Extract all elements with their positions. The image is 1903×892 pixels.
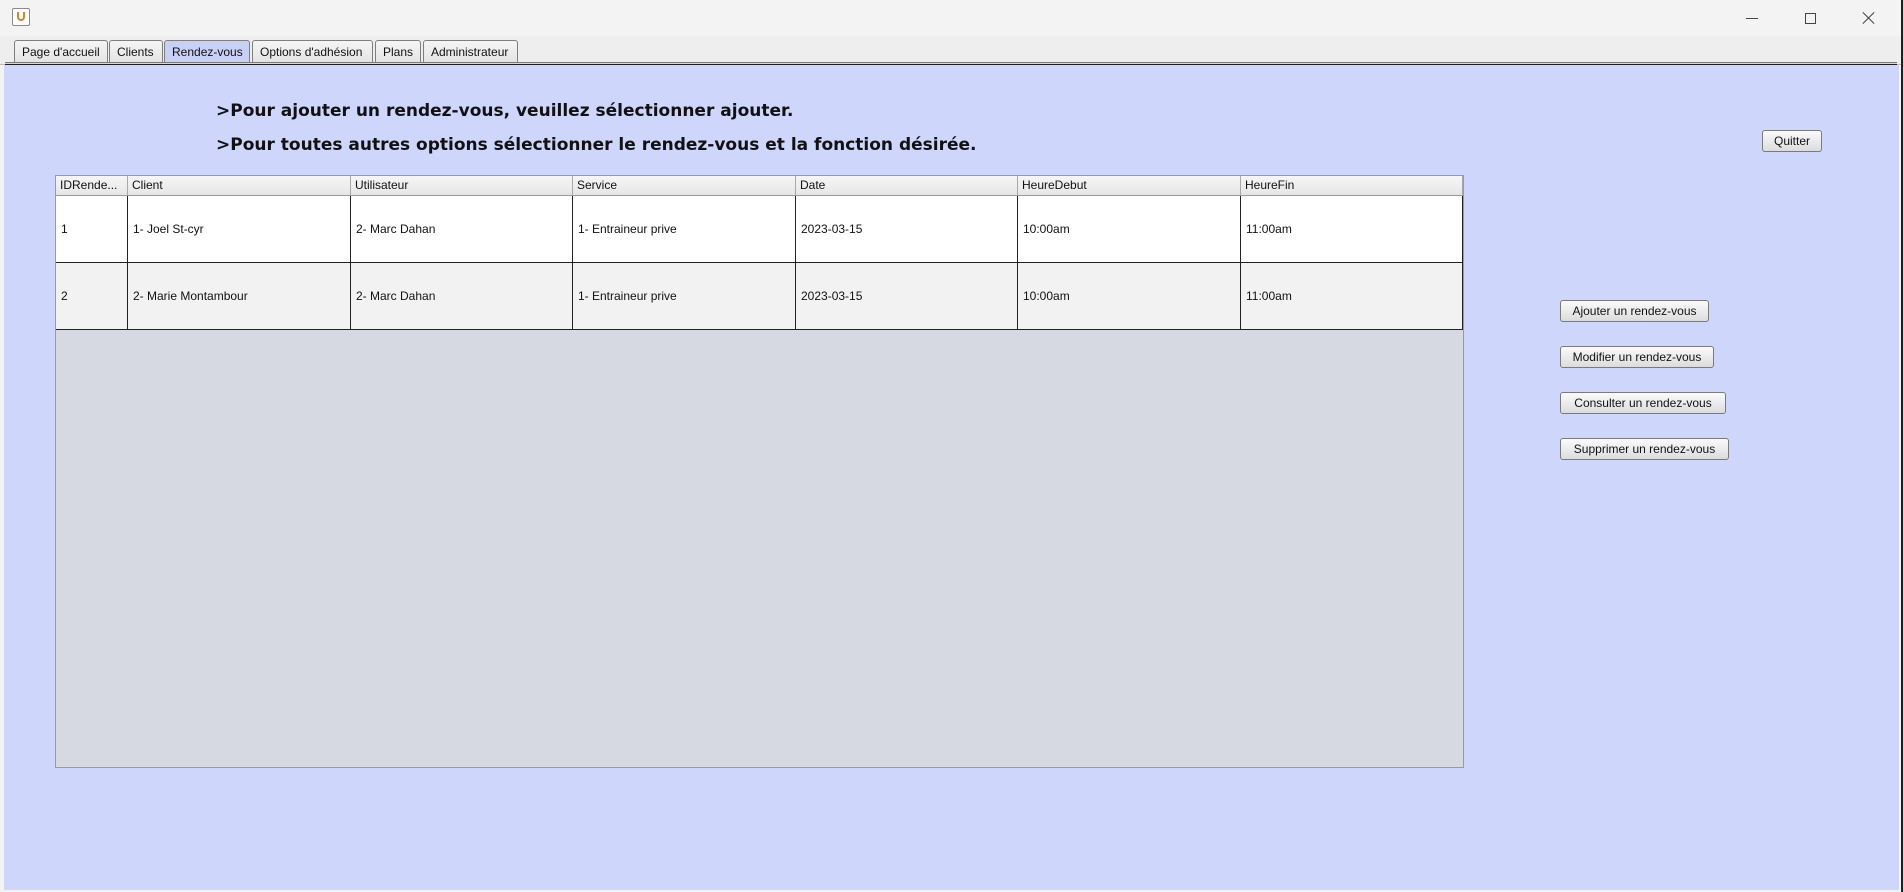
cell-utilisateur[interactable]: 2- Marc Dahan <box>351 196 573 262</box>
table-header: IDRende... Client Utilisateur Service Da… <box>56 176 1463 196</box>
consult-appointment-button[interactable]: Consulter un rendez-vous <box>1560 392 1726 414</box>
cell-heure-fin[interactable]: 11:00am <box>1241 196 1463 262</box>
table-row[interactable]: 1 1- Joel St-cyr 2- Marc Dahan 1- Entrai… <box>56 196 1463 263</box>
instruction-other-options: >Pour toutes autres options sélectionner… <box>216 135 977 155</box>
minimize-button[interactable] <box>1723 0 1781 36</box>
cell-client[interactable]: 2- Marie Montambour <box>128 263 351 329</box>
cell-service[interactable]: 1- Entraineur prive <box>573 196 796 262</box>
cell-id[interactable]: 1 <box>56 196 128 262</box>
delete-appointment-button[interactable]: Supprimer un rendez-vous <box>1560 438 1729 460</box>
column-header-date[interactable]: Date <box>796 176 1018 195</box>
cell-date[interactable]: 2023-03-15 <box>796 196 1018 262</box>
tab-options-adhesion[interactable]: Options d'adhésion <box>252 40 373 62</box>
column-header-utilisateur[interactable]: Utilisateur <box>351 176 573 195</box>
modify-appointment-button[interactable]: Modifier un rendez-vous <box>1560 346 1714 368</box>
cell-heure-debut[interactable]: 10:00am <box>1018 196 1241 262</box>
close-button[interactable] <box>1840 0 1898 36</box>
cell-heure-debut[interactable]: 10:00am <box>1018 263 1241 329</box>
tab-administrateur[interactable]: Administrateur <box>423 40 518 62</box>
close-icon <box>1862 11 1876 25</box>
cell-service[interactable]: 1- Entraineur prive <box>573 263 796 329</box>
cell-heure-fin[interactable]: 11:00am <box>1241 263 1463 329</box>
table-row[interactable]: 2 2- Marie Montambour 2- Marc Dahan 1- E… <box>56 263 1463 330</box>
column-header-heure-debut[interactable]: HeureDebut <box>1018 176 1241 195</box>
cell-utilisateur[interactable]: 2- Marc Dahan <box>351 263 573 329</box>
title-bar <box>0 0 1901 36</box>
column-header-id[interactable]: IDRende... <box>56 176 128 195</box>
cell-client[interactable]: 1- Joel St-cyr <box>128 196 351 262</box>
tab-plans[interactable]: Plans <box>375 40 421 62</box>
maximize-button[interactable] <box>1781 0 1839 36</box>
minimize-icon <box>1746 17 1758 19</box>
rendez-vous-panel: >Pour ajouter un rendez-vous, veuillez s… <box>4 65 1899 890</box>
quit-button[interactable]: Quitter <box>1762 130 1822 152</box>
cell-date[interactable]: 2023-03-15 <box>796 263 1018 329</box>
application-window: Page d'accueil Clients Rendez-vous Optio… <box>0 0 1903 892</box>
column-header-client[interactable]: Client <box>128 176 351 195</box>
add-appointment-button[interactable]: Ajouter un rendez-vous <box>1560 300 1709 322</box>
column-header-heure-fin[interactable]: HeureFin <box>1241 176 1463 195</box>
appointments-table[interactable]: IDRende... Client Utilisateur Service Da… <box>55 175 1464 768</box>
column-header-service[interactable]: Service <box>573 176 796 195</box>
tab-clients[interactable]: Clients <box>109 40 163 62</box>
instruction-add: >Pour ajouter un rendez-vous, veuillez s… <box>216 101 794 121</box>
java-app-icon <box>12 8 30 26</box>
tab-rendez-vous[interactable]: Rendez-vous <box>164 40 250 63</box>
maximize-icon <box>1804 12 1816 24</box>
cell-id[interactable]: 2 <box>56 263 128 329</box>
tab-page-accueil[interactable]: Page d'accueil <box>14 40 108 62</box>
